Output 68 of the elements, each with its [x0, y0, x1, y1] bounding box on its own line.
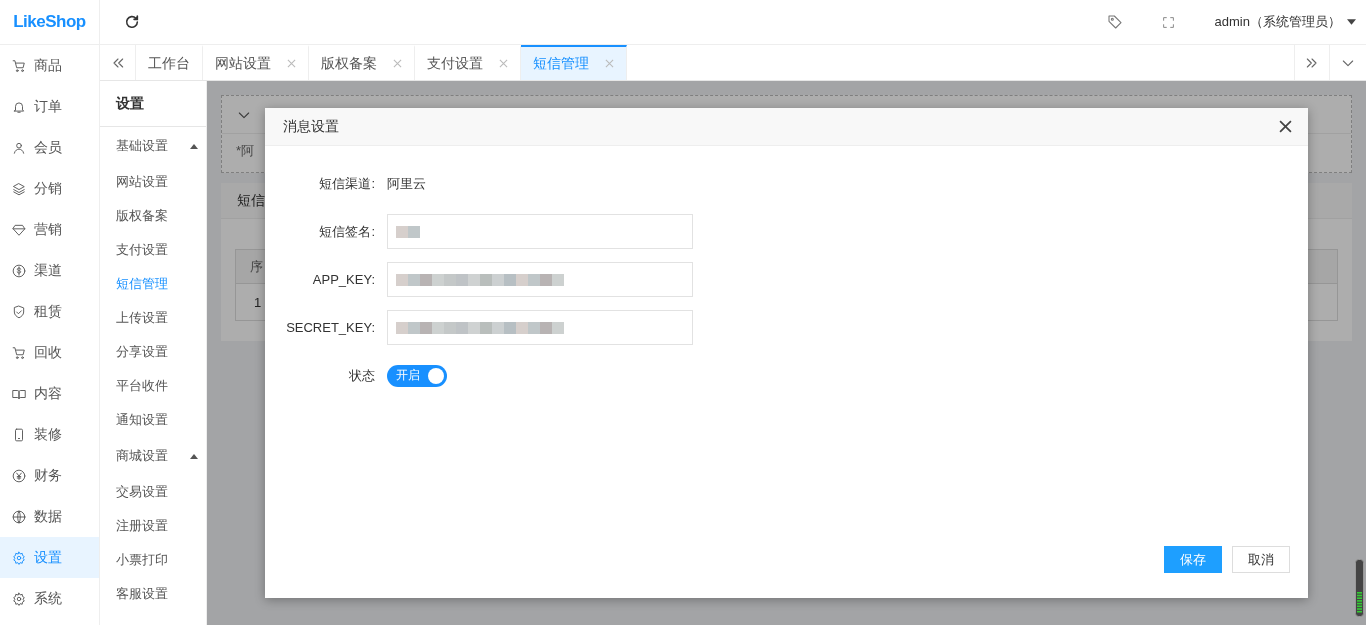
submenu-group[interactable]: 基础设置	[100, 127, 206, 165]
column-header: 序	[250, 257, 263, 276]
submenu-item[interactable]: 上传设置	[100, 301, 206, 335]
shield-check-icon	[12, 304, 26, 319]
caret-down-icon[interactable]	[1347, 19, 1356, 25]
fullscreen-icon[interactable]	[1162, 15, 1176, 29]
sidebar-item[interactable]: 分销	[0, 168, 99, 209]
submenu-item[interactable]: 支付设置	[100, 233, 206, 267]
field-label: 短信渠道:	[318, 174, 376, 193]
user-menu[interactable]: admin（系统管理员）	[1214, 13, 1356, 31]
tag-icon[interactable]	[1106, 14, 1123, 30]
cancel-button[interactable]: 取消	[1232, 546, 1290, 573]
gear-icon	[12, 550, 26, 565]
cart-icon	[12, 345, 26, 360]
submenu-group[interactable]: 商城设置	[100, 437, 206, 475]
dollar-icon	[12, 263, 26, 278]
sidebar-item[interactable]: 回收	[0, 332, 99, 373]
submenu-title: 设置	[100, 81, 206, 127]
field-label: APP_KEY:	[311, 272, 376, 287]
submenu-item[interactable]: 注册设置	[100, 509, 206, 543]
sidebar-item[interactable]: 营销	[0, 209, 99, 250]
input-field[interactable]	[387, 310, 693, 345]
submenu-item[interactable]: 网站设置	[100, 165, 206, 199]
input-field[interactable]	[387, 214, 693, 249]
field-label: 状态	[348, 366, 376, 385]
submenu-item[interactable]: 客服设置	[100, 577, 206, 611]
globe-icon	[12, 509, 26, 524]
sidebar-item[interactable]: 内容	[0, 373, 99, 414]
sidebar-item[interactable]: 数据	[0, 496, 99, 537]
layers-icon	[12, 181, 26, 196]
sidebar-item[interactable]: 订单	[0, 86, 99, 127]
sidebar-item[interactable]: 会员	[0, 127, 99, 168]
input-field[interactable]	[387, 262, 693, 297]
meter-drawing	[1355, 559, 1364, 617]
phone-icon	[12, 427, 26, 442]
close-icon[interactable]	[287, 59, 296, 68]
close-icon[interactable]	[499, 59, 508, 68]
sidebar-item[interactable]: 系统	[0, 578, 99, 619]
caret-up-icon	[190, 453, 198, 459]
card-title: 短信	[237, 191, 265, 210]
notice-text: *阿	[235, 142, 256, 160]
sidebar-item[interactable]: 财务	[0, 455, 99, 496]
sidebar-item[interactable]: 装修	[0, 414, 99, 455]
close-icon[interactable]	[393, 59, 402, 68]
user-icon	[12, 140, 26, 155]
sidebar-item[interactable]: 租赁	[0, 291, 99, 332]
gear-icon	[12, 591, 26, 606]
diamond-icon	[12, 222, 26, 237]
close-button[interactable]	[1279, 120, 1292, 133]
refresh-icon[interactable]	[124, 14, 140, 30]
dialog-title: 消息设置	[283, 117, 339, 136]
blurred-text-drawing	[396, 225, 420, 238]
submenu-item[interactable]: 交易设置	[100, 475, 206, 509]
sidebar-item[interactable]: 商品	[0, 45, 99, 86]
submenu-item[interactable]: 通知设置	[100, 403, 206, 437]
table-cell: 1	[254, 294, 262, 310]
field-label: SECRET_KEY:	[285, 320, 376, 335]
submenu-item[interactable]: 版权备案	[100, 199, 206, 233]
bell-icon	[12, 99, 26, 114]
field-label: 短信签名:	[318, 222, 376, 241]
sidebar-item[interactable]: 渠道	[0, 250, 99, 291]
caret-up-icon	[190, 143, 198, 149]
submenu-item[interactable]: 小票打印	[100, 543, 206, 577]
submenu-item[interactable]: 平台收件	[100, 369, 206, 403]
cart-icon	[12, 58, 26, 73]
yen-icon	[12, 468, 26, 483]
field-value: 阿里云	[387, 174, 426, 193]
submenu-item[interactable]: 分享设置	[100, 335, 206, 369]
